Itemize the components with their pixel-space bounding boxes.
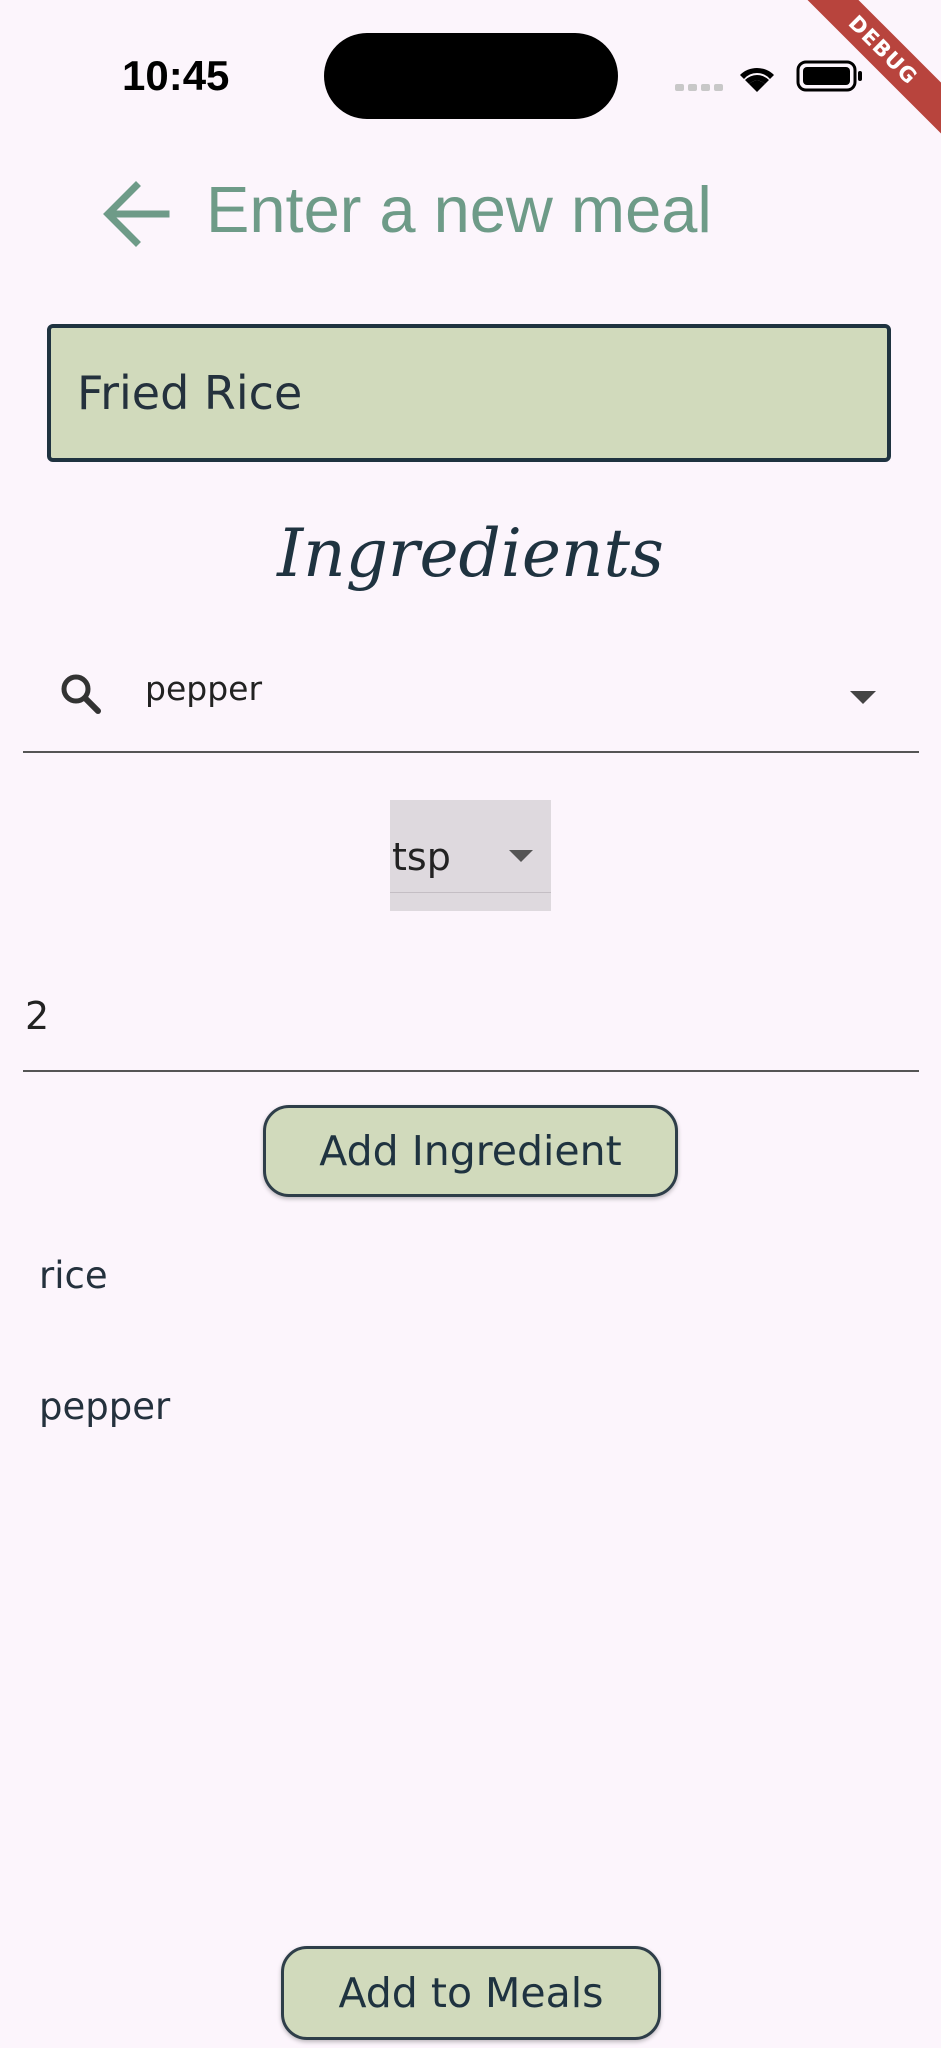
ingredient-list-item[interactable]: rice — [39, 1254, 108, 1297]
dynamic-island — [324, 33, 618, 119]
dropdown-arrow-icon[interactable] — [850, 691, 876, 704]
back-button[interactable] — [96, 174, 176, 254]
unit-value: tsp — [392, 835, 451, 879]
ingredient-list-item[interactable]: pepper — [39, 1385, 170, 1428]
status-icons — [675, 60, 862, 92]
dropdown-arrow-icon — [509, 850, 533, 862]
search-icon — [61, 674, 101, 714]
amount-value: 2 — [25, 994, 50, 1038]
amount-input[interactable]: 2 — [23, 970, 919, 1072]
battery-icon — [796, 60, 862, 92]
arrow-left-icon — [103, 181, 170, 247]
wifi-icon — [740, 67, 774, 92]
add-ingredient-button[interactable]: Add Ingredient — [263, 1105, 678, 1197]
ingredient-search-value: pepper — [145, 669, 263, 708]
unit-underline — [390, 892, 551, 893]
meal-name-input[interactable] — [47, 324, 891, 462]
ingredients-heading: Ingredients — [277, 515, 664, 592]
page-title: Enter a new meal — [206, 173, 712, 246]
cellular-signal-icon — [675, 84, 723, 91]
status-time: 10:45 — [122, 52, 230, 99]
add-to-meals-button[interactable]: Add to Meals — [281, 1946, 661, 2040]
unit-select[interactable]: tsp — [390, 800, 551, 911]
ingredient-search-dropdown[interactable]: pepper — [23, 645, 919, 753]
